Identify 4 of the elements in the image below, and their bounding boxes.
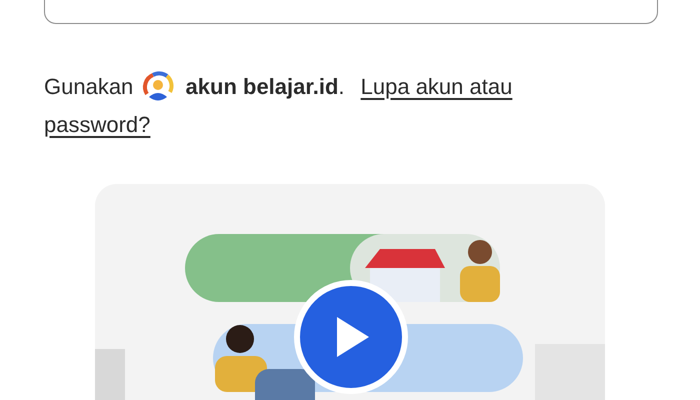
forgot-account-link[interactable]: password? <box>44 112 150 137</box>
forgot-account-link[interactable]: Lupa akun atau <box>360 74 512 99</box>
account-name: akun belajar.id. <box>186 74 345 99</box>
hint-text: Gunakan <box>44 74 134 99</box>
